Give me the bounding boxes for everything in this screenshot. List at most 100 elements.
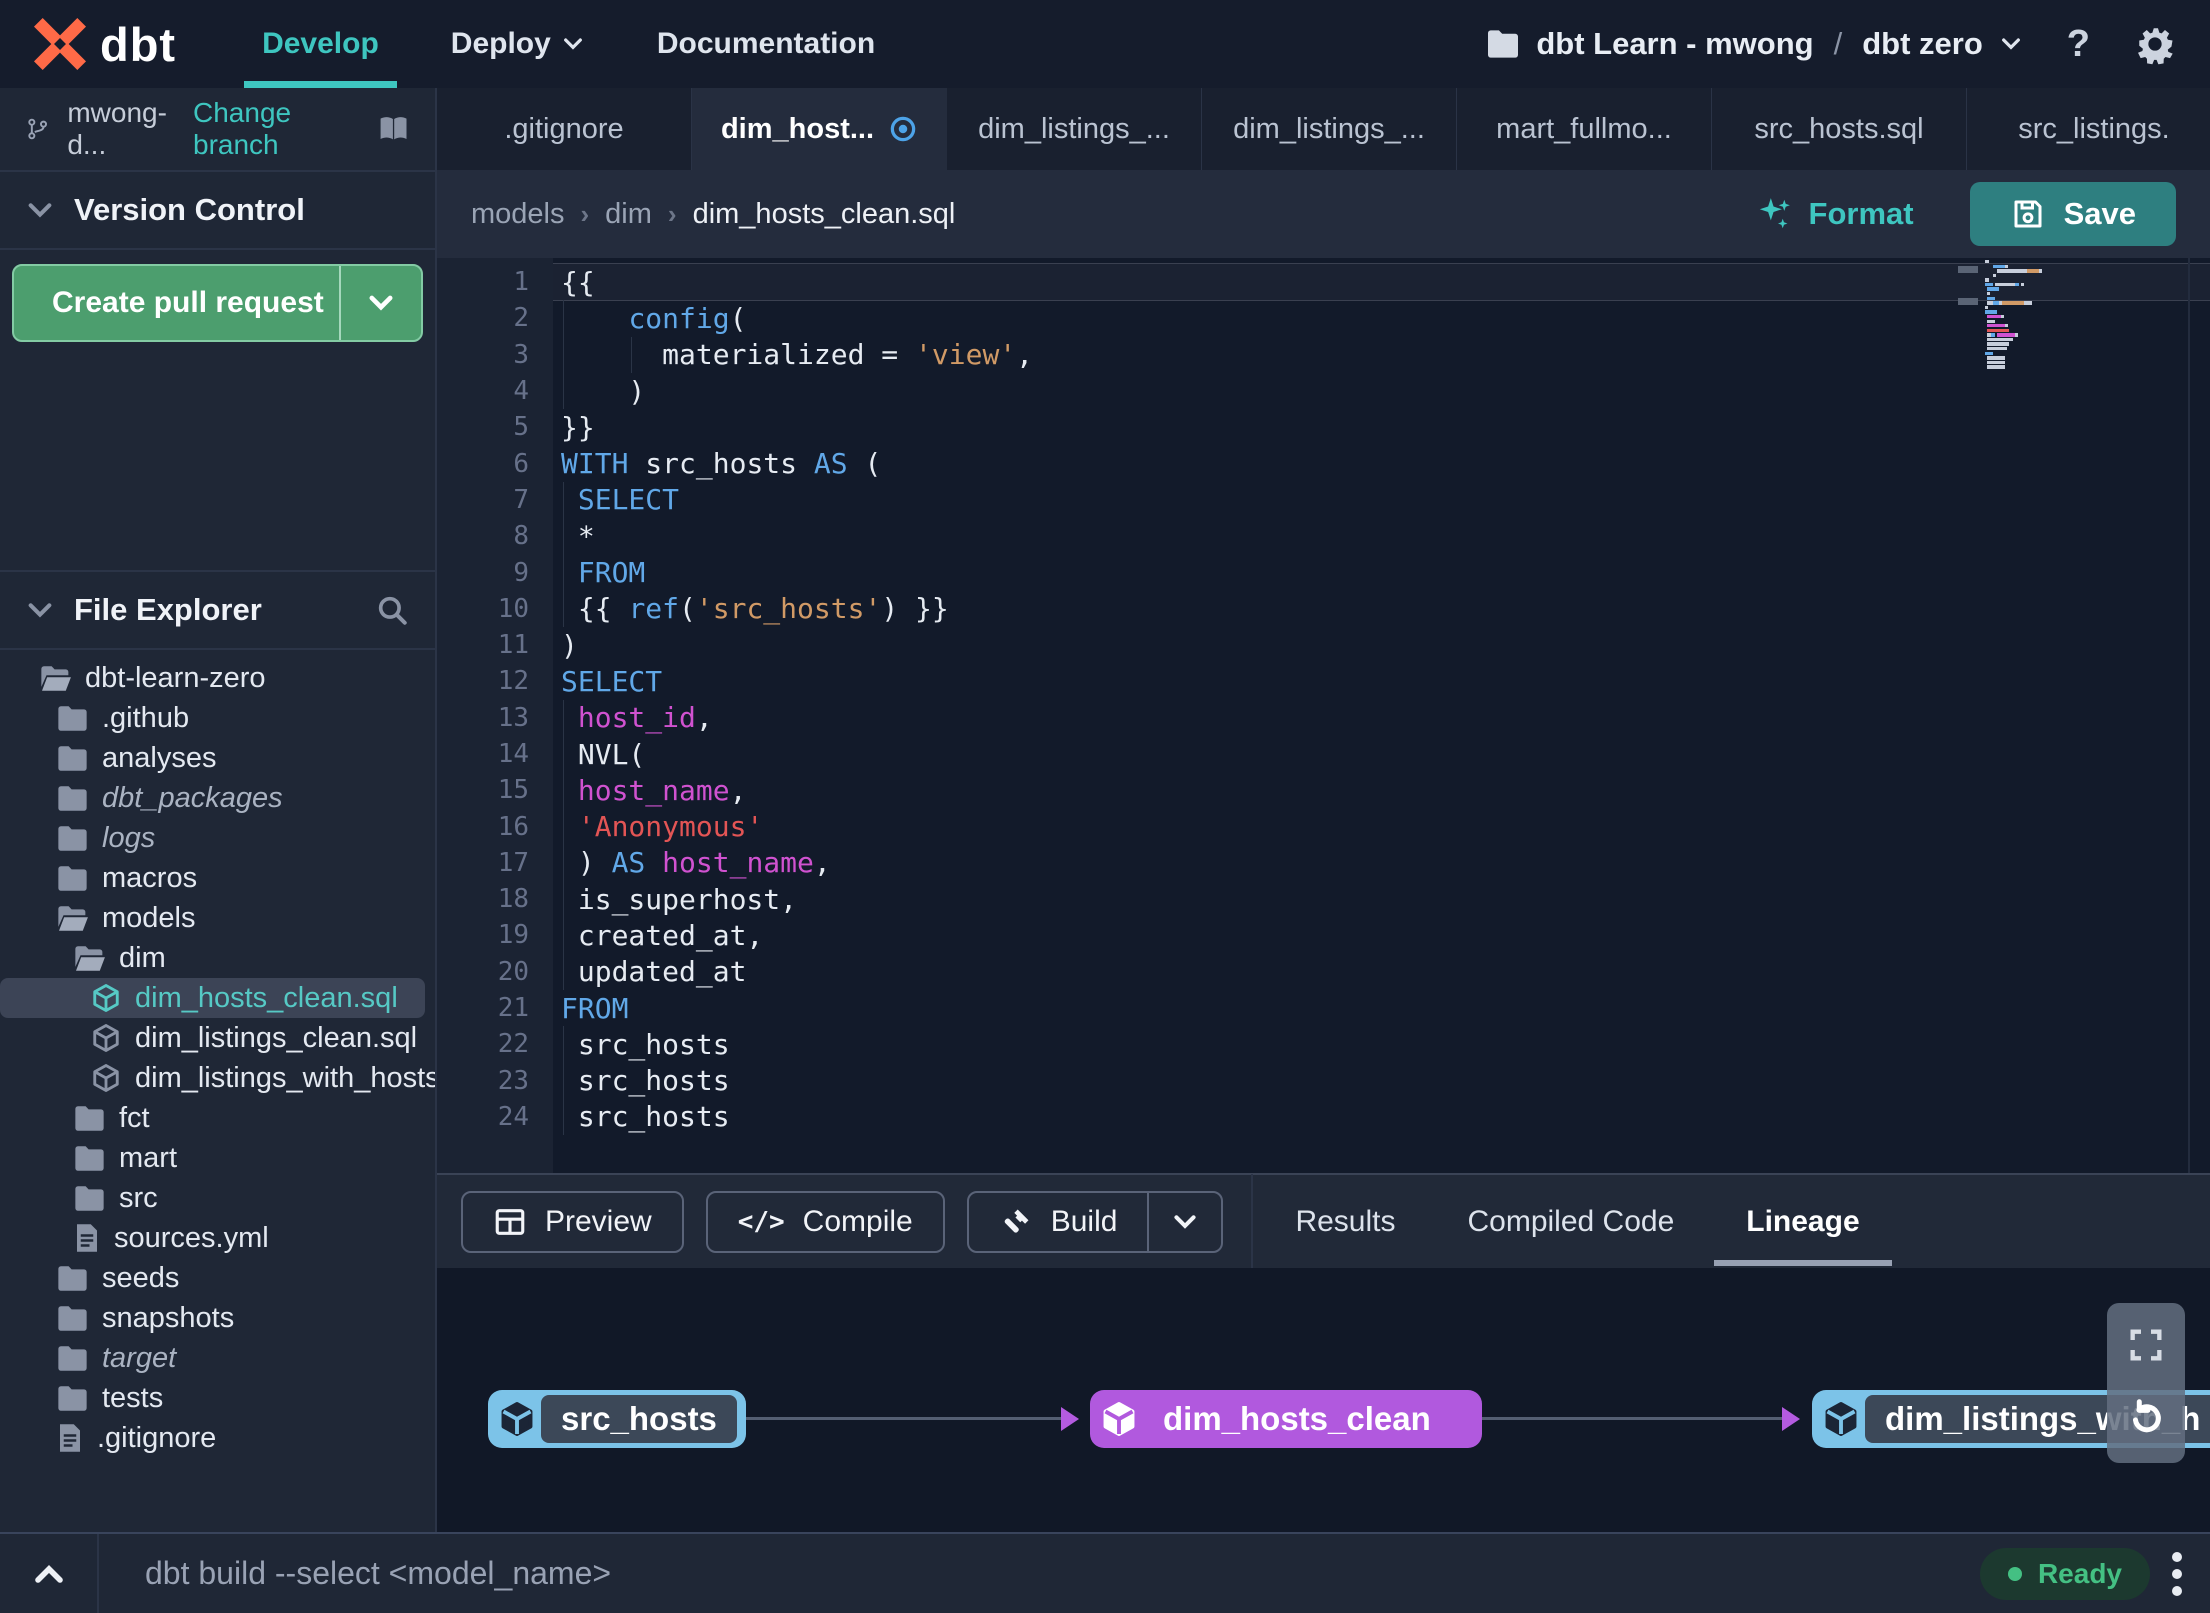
- change-branch-link[interactable]: Change branch: [193, 97, 342, 161]
- tree-item-snapshots[interactable]: snapshots: [0, 1298, 435, 1338]
- nav-develop[interactable]: Develop: [244, 0, 397, 88]
- code-line-1[interactable]: 1{{: [437, 263, 2210, 302]
- file-explorer-header[interactable]: File Explorer: [0, 572, 435, 650]
- compile-button[interactable]: </> Compile: [705, 1190, 945, 1253]
- minimap[interactable]: [1985, 260, 2135, 370]
- nav-deploy[interactable]: Deploy: [451, 0, 585, 88]
- code-line-5[interactable]: 5}}: [437, 409, 2210, 445]
- code-line-3[interactable]: 3 materialized = 'view',: [437, 336, 2210, 373]
- code-line-15[interactable]: 15 host_name,: [437, 772, 2210, 809]
- editor-tab-.gitignore[interactable]: .gitignore: [437, 88, 692, 170]
- tree-item-analyses[interactable]: analyses: [0, 738, 435, 778]
- search-icon[interactable]: [375, 593, 409, 627]
- tree-item-target[interactable]: target: [0, 1338, 435, 1378]
- editor-tab-src_listings.[interactable]: src_listings.: [1967, 88, 2210, 170]
- code-line-21[interactable]: 21 FROM: [437, 990, 2210, 1026]
- create-pull-request-button[interactable]: Create pull request: [12, 264, 423, 342]
- project-selector[interactable]: dbt Learn - mwong / dbt zero: [1486, 26, 2022, 62]
- gear-icon[interactable]: [2134, 23, 2176, 65]
- editor-scrollbar-track[interactable]: [2188, 258, 2190, 1173]
- command-input[interactable]: dbt build --select <model_name>: [145, 1555, 1980, 1592]
- help-icon[interactable]: ?: [2067, 23, 2090, 66]
- bottom-toolbar: Preview </> Compile Build Results Compile…: [437, 1173, 2210, 1269]
- save-button[interactable]: Save: [1969, 182, 2176, 246]
- nav-documentation[interactable]: Documentation: [657, 0, 875, 88]
- model-cube-icon: [1817, 1401, 1865, 1437]
- lineage-graph[interactable]: src_hosts dim_hosts_clean dim_listings_wit…: [437, 1268, 2210, 1532]
- code-line-13[interactable]: 13 host_id,: [437, 699, 2210, 736]
- tree-item-models[interactable]: models: [0, 898, 435, 938]
- code-line-23[interactable]: 23 src_hosts: [437, 1062, 2210, 1099]
- code-line-19[interactable]: 19 created_at,: [437, 917, 2210, 954]
- tree-item-sources.yml[interactable]: sources.yml: [0, 1218, 435, 1258]
- tree-item-.github[interactable]: .github: [0, 698, 435, 738]
- tree-item-src[interactable]: src: [0, 1178, 435, 1218]
- code-line-20[interactable]: 20 updated_at: [437, 953, 2210, 990]
- preview-button[interactable]: Preview: [461, 1190, 684, 1253]
- version-control-header[interactable]: Version Control: [0, 172, 435, 250]
- tree-item-.gitignore[interactable]: .gitignore: [0, 1418, 435, 1458]
- tree-item-fct[interactable]: fct: [0, 1098, 435, 1138]
- build-dropdown-button[interactable]: [1147, 1192, 1221, 1251]
- tree-item-dim_listings_with_hosts...[interactable]: dim_listings_with_hosts...: [0, 1058, 435, 1098]
- tree-item-logs[interactable]: logs: [0, 818, 435, 858]
- code-line-8[interactable]: 8 *: [437, 518, 2210, 555]
- panel-tab-compiled-code[interactable]: Compiled Code: [1461, 1175, 1680, 1268]
- tree-item-seeds[interactable]: seeds: [0, 1258, 435, 1298]
- code-line-16[interactable]: 16 'Anonymous': [437, 808, 2210, 845]
- tree-item-dbt-learn-zero[interactable]: dbt-learn-zero: [0, 658, 435, 698]
- editor-tab-dim_listings_...[interactable]: dim_listings_...: [1202, 88, 1457, 170]
- line-number: 8: [513, 521, 529, 552]
- project-name: dbt Learn - mwong: [1536, 26, 1814, 61]
- code-line-7[interactable]: 7 SELECT: [437, 481, 2210, 519]
- code-line-18[interactable]: 18 is_superhost,: [437, 881, 2210, 918]
- docs-book-icon[interactable]: [378, 112, 409, 146]
- tree-item-dim_hosts_clean.sql[interactable]: dim_hosts_clean.sql: [0, 978, 425, 1018]
- code-line-14[interactable]: 14 NVL(: [437, 735, 2210, 773]
- breadcrumb-segment[interactable]: dim: [605, 198, 652, 231]
- breadcrumb-segment[interactable]: models: [471, 198, 565, 231]
- lineage-toolbar: [2107, 1303, 2185, 1463]
- line-number: 20: [497, 956, 529, 987]
- fullscreen-icon[interactable]: [2126, 1325, 2166, 1365]
- tree-item-dim[interactable]: dim: [0, 938, 435, 978]
- code-line-22[interactable]: 22 src_hosts: [437, 1026, 2210, 1063]
- expand-console-button[interactable]: [0, 1556, 97, 1592]
- code-lines: 1{{2 config(3 materialized = 'view', 4 ) 5…: [437, 263, 2210, 1136]
- tree-item-dbt_packages[interactable]: dbt_packages: [0, 778, 435, 818]
- build-button[interactable]: Build: [969, 1193, 1148, 1251]
- lineage-node-dim_hosts_clean[interactable]: dim_hosts_clean: [1090, 1390, 1482, 1448]
- code-line-11[interactable]: 11): [437, 627, 2210, 663]
- format-button[interactable]: Format: [1755, 195, 1914, 233]
- editor-tab-dim_listings_...[interactable]: dim_listings_...: [947, 88, 1202, 170]
- code-line-10[interactable]: 10 {{ ref('src_hosts') }}: [437, 590, 2210, 627]
- code-line-6[interactable]: 6 WITH src_hosts AS (: [437, 445, 2210, 481]
- change-marker: [1958, 298, 1978, 305]
- editor-tab-mart_fullmo...[interactable]: mart_fullmo...: [1457, 88, 1712, 170]
- kebab-menu-icon[interactable]: [2172, 1551, 2182, 1596]
- code-line-4[interactable]: 4 ): [437, 372, 2210, 410]
- tree-item-mart[interactable]: mart: [0, 1138, 435, 1178]
- reset-view-icon[interactable]: [2123, 1395, 2169, 1441]
- code-line-12[interactable]: 12 SELECT: [437, 663, 2210, 699]
- tree-item-macros[interactable]: macros: [0, 858, 435, 898]
- tree-item-tests[interactable]: tests: [0, 1378, 435, 1418]
- lineage-node-src_hosts[interactable]: src_hosts: [488, 1390, 746, 1448]
- indent-guide: [563, 300, 564, 337]
- code-editor[interactable]: 1{{2 config(3 materialized = 'view', 4 ) 5…: [437, 258, 2210, 1173]
- dbt-logo[interactable]: dbt: [34, 17, 176, 72]
- status-text: Ready: [2037, 1557, 2122, 1589]
- line-number: 3: [513, 339, 529, 370]
- editor-tab-src_hosts.sql[interactable]: src_hosts.sql: [1712, 88, 1967, 170]
- code-line-17[interactable]: 17 ) AS host_name,: [437, 844, 2210, 882]
- panel-tab-results[interactable]: Results: [1289, 1175, 1401, 1268]
- panel-tab-lineage[interactable]: Lineage: [1714, 1175, 1893, 1268]
- code-line-24[interactable]: 24 src_hosts: [437, 1098, 2210, 1136]
- editor-tab-dim_host...[interactable]: dim_host...: [692, 88, 947, 170]
- pull-request-dropdown-button[interactable]: [339, 266, 421, 340]
- breadcrumb-segment[interactable]: dim_hosts_clean.sql: [693, 198, 956, 231]
- code-line-9[interactable]: 9 FROM: [437, 554, 2210, 591]
- tree-item-label: dim_listings_clean.sql: [135, 1021, 418, 1054]
- code-line-2[interactable]: 2 config(: [437, 300, 2210, 337]
- tree-item-dim_listings_clean.sql[interactable]: dim_listings_clean.sql: [0, 1018, 435, 1058]
